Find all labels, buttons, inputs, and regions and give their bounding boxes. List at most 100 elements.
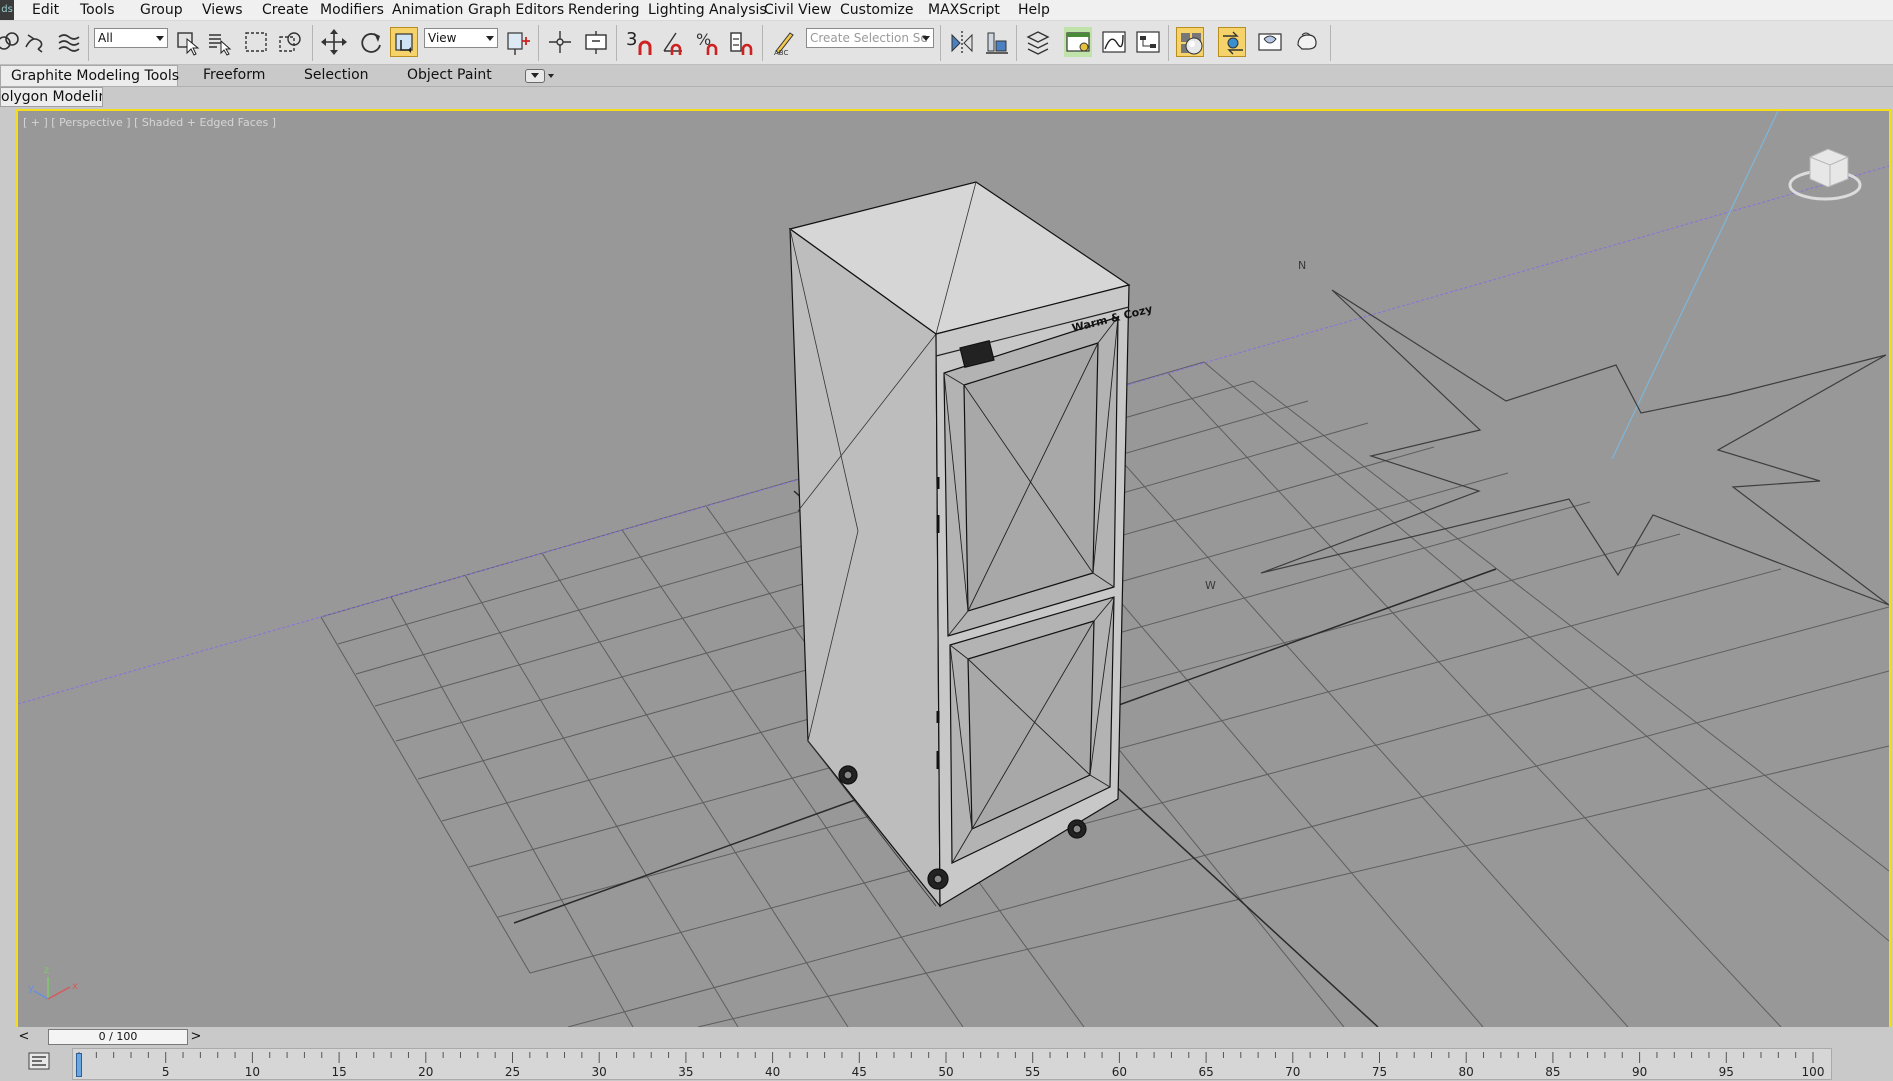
compass-west-label: W: [1205, 579, 1216, 592]
light-direction-line: [1611, 111, 1779, 460]
application-menu-icon[interactable]: ds: [0, 0, 14, 20]
timeline-tick-label: 30: [592, 1065, 607, 1079]
select-manipulate-icon[interactable]: [546, 27, 574, 57]
viewcube-icon[interactable]: [1788, 148, 1862, 201]
timeline-ticks: 0510152025303540455055606570758085909510…: [75, 1052, 1825, 1079]
main-toolbar: All View 3 % ABC Create Selection Se: [0, 21, 1893, 65]
material-editor-icon[interactable]: [1176, 27, 1204, 57]
axis-x-label: x: [72, 981, 78, 992]
menu-maxscript[interactable]: MAXScript: [928, 0, 1000, 20]
menu-graph-editors[interactable]: Graph Editors: [468, 0, 564, 20]
panel-polygon-modeling[interactable]: olygon Modeling: [0, 87, 103, 107]
align-icon[interactable]: [982, 27, 1010, 57]
timeline-tick-label: 15: [331, 1065, 346, 1079]
tab-freeform[interactable]: Freeform: [203, 65, 265, 86]
axis-z-label: z: [44, 965, 49, 976]
timeline-tick-label: 60: [1112, 1065, 1127, 1079]
time-slider: < 0 / 100 >: [16, 1027, 1893, 1047]
menu-customize[interactable]: Customize: [840, 0, 914, 20]
tab-graphite-modeling-tools[interactable]: Graphite Modeling Tools: [0, 65, 179, 86]
menu-tools[interactable]: Tools: [80, 0, 115, 20]
window-crossing-icon[interactable]: [276, 27, 304, 57]
timeline-tick-label: 5: [162, 1065, 170, 1079]
select-by-name-icon[interactable]: [206, 27, 234, 57]
percent-snap-icon[interactable]: %: [694, 27, 722, 57]
timeline-tick-label: 95: [1719, 1065, 1734, 1079]
selection-filter-value: All: [98, 31, 113, 45]
menu-help[interactable]: Help: [1018, 0, 1050, 20]
snaps-magnet-icon: [634, 27, 662, 57]
previous-frame-button[interactable]: <: [16, 1028, 32, 1045]
timeline-ruler[interactable]: 0510152025303540455055606570758085909510…: [72, 1048, 1832, 1080]
viewport-scene: Warm & Cozy N W z x y: [18, 111, 1889, 1027]
bind-space-warp-icon[interactable]: [56, 27, 84, 57]
edit-named-selection-icon[interactable]: ABC: [770, 27, 798, 57]
timeline-tick-label: 25: [505, 1065, 520, 1079]
selection-filter-dropdown[interactable]: All: [94, 28, 168, 48]
menu-animation[interactable]: Animation: [392, 0, 463, 20]
left-dock-strip: [0, 109, 14, 1029]
link-icon[interactable]: [0, 27, 20, 57]
timeline-tick-label: 80: [1459, 1065, 1474, 1079]
menu-modifiers[interactable]: Modifiers: [320, 0, 384, 20]
tab-selection[interactable]: Selection: [304, 65, 369, 86]
rectangular-selection-icon[interactable]: [242, 27, 270, 57]
timeline-tick-label: 75: [1372, 1065, 1387, 1079]
schematic-view-icon[interactable]: [1134, 27, 1162, 57]
graphite-toggle-icon[interactable]: [1064, 27, 1092, 57]
select-move-icon[interactable]: [320, 27, 348, 57]
spinner-snap-icon[interactable]: [728, 27, 756, 57]
render-production-icon[interactable]: [1292, 27, 1320, 57]
select-object-icon[interactable]: [174, 27, 202, 57]
menu-views[interactable]: Views: [202, 0, 243, 20]
curve-editor-icon[interactable]: [1100, 27, 1128, 57]
ribbon-options-icon[interactable]: [525, 69, 545, 83]
select-rotate-icon[interactable]: [356, 27, 384, 57]
axis-tripod: z x y: [28, 965, 78, 1000]
rendered-frame-icon[interactable]: [1256, 27, 1284, 57]
compass-north-label: N: [1298, 259, 1306, 272]
cabinet-model: [788, 181, 1131, 908]
layer-manager-icon[interactable]: [1024, 27, 1052, 57]
current-frame-marker[interactable]: [76, 1053, 82, 1077]
timeline-tick-label: 65: [1198, 1065, 1213, 1079]
timeline-tick-label: 100: [1802, 1065, 1825, 1079]
select-scale-icon[interactable]: [390, 27, 418, 57]
timeline-tick-label: 40: [765, 1065, 780, 1079]
track-bar: 0510152025303540455055606570758085909510…: [0, 1048, 1893, 1080]
keyboard-shortcut-icon[interactable]: [582, 27, 610, 57]
viewport-perspective[interactable]: Warm & Cozy N W z x y [ + ] [ Perspectiv…: [16, 109, 1891, 1029]
named-selection-placeholder: Create Selection Se: [810, 31, 928, 45]
timeline-tick-label: 55: [1025, 1065, 1040, 1079]
menu-lighting-analysis[interactable]: Lighting Analysis: [648, 0, 767, 20]
menu-edit[interactable]: Edit: [32, 0, 59, 20]
timeline-tick-label: 50: [938, 1065, 953, 1079]
svg-text:ABC: ABC: [774, 49, 788, 57]
timeline-tick-label: 85: [1545, 1065, 1560, 1079]
tab-object-paint[interactable]: Object Paint: [407, 65, 492, 86]
angle-snap-icon[interactable]: [660, 27, 688, 57]
timeline-tick-label: 10: [245, 1065, 260, 1079]
timeline-tick-label: 35: [678, 1065, 693, 1079]
menu-create[interactable]: Create: [262, 0, 309, 20]
reference-coordinate-value: View: [428, 31, 457, 45]
menu-rendering[interactable]: Rendering: [568, 0, 640, 20]
next-frame-button[interactable]: >: [188, 1028, 204, 1045]
mini-curve-editor-icon[interactable]: [28, 1051, 50, 1073]
chevron-down-icon: [548, 74, 554, 78]
time-slider-thumb[interactable]: 0 / 100: [48, 1029, 188, 1045]
use-pivot-center-icon[interactable]: [504, 27, 532, 57]
render-setup-icon[interactable]: [1218, 27, 1246, 57]
reference-coordinate-dropdown[interactable]: View: [424, 28, 498, 48]
named-selection-dropdown[interactable]: Create Selection Se: [806, 28, 934, 48]
menu-group[interactable]: Group: [140, 0, 183, 20]
timeline-tick-label: 45: [852, 1065, 867, 1079]
unlink-icon[interactable]: [20, 27, 48, 57]
menu-bar: ds Edit Tools Group Views Create Modifiers Ani…: [0, 0, 1893, 21]
mirror-icon[interactable]: [948, 27, 976, 57]
ribbon: Graphite Modeling Tools Freeform Selecti…: [0, 65, 1893, 87]
menu-civil-view[interactable]: Civil View: [764, 0, 831, 20]
timeline-tick-label: 20: [418, 1065, 433, 1079]
viewport-label-menu[interactable]: [ + ] [ Perspective ] [ Shaded + Edged F…: [23, 116, 276, 129]
axis-y-label: y: [28, 983, 34, 994]
